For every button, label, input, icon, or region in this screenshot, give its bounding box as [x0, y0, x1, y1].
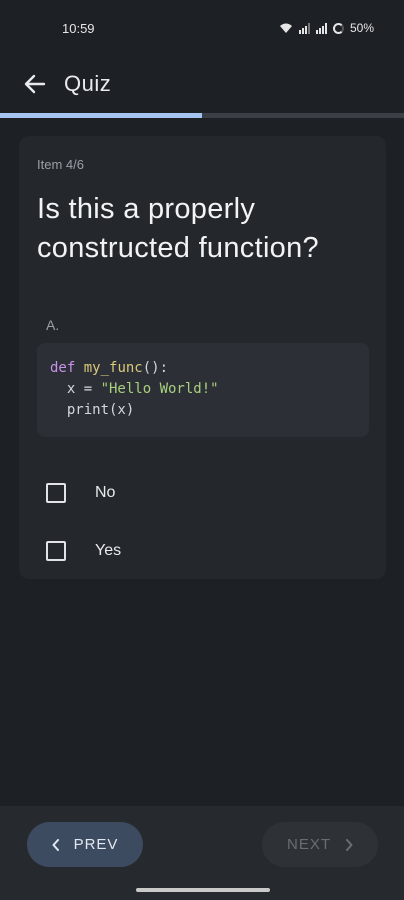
signal-icon	[315, 22, 327, 34]
home-indicator[interactable]	[136, 888, 270, 892]
code-function-name: my_func	[83, 360, 143, 376]
app-bar: Quiz	[0, 56, 404, 112]
answer-label: Yes	[95, 542, 122, 559]
signal-icon	[298, 22, 310, 34]
status-time: 10:59	[62, 20, 95, 36]
status-icons: 50%	[279, 21, 374, 35]
progress-bar	[0, 113, 404, 118]
next-button[interactable]: NEXT	[262, 822, 378, 867]
arrow-left-icon	[24, 74, 46, 94]
next-label: NEXT	[286, 836, 331, 853]
code-parens: ():	[142, 360, 169, 376]
chevron-left-icon	[52, 838, 59, 851]
answer-label: No	[95, 484, 116, 501]
code-print: print(x)	[50, 402, 135, 418]
item-counter: Item 4/6	[37, 157, 84, 172]
code-keyword: def	[50, 360, 76, 376]
battery-icon	[332, 22, 344, 34]
prev-button[interactable]: PREV	[27, 822, 143, 867]
checkbox[interactable]	[46, 483, 66, 503]
code-string: "Hello World!"	[100, 381, 219, 397]
progress-fill	[0, 113, 202, 118]
chevron-right-icon	[346, 838, 353, 851]
question-text: Is this a properly constructed function?	[37, 193, 319, 264]
wifi-icon	[279, 23, 292, 33]
prev-label: PREV	[73, 836, 119, 853]
question-card: Item 4/6 Is this a properly constructed …	[19, 136, 386, 579]
answer-option-yes[interactable]: Yes	[19, 525, 386, 577]
code-assign: x =	[50, 381, 101, 397]
battery-percent: 50%	[349, 21, 374, 35]
back-button[interactable]	[20, 69, 50, 99]
code-block: def my_func(): x = "Hello World!" print(…	[37, 343, 369, 437]
answer-option-no[interactable]: No	[19, 467, 386, 519]
bottom-navigation: PREV NEXT	[0, 806, 404, 900]
option-letter: A.	[46, 317, 60, 333]
checkbox[interactable]	[46, 541, 66, 561]
status-bar: 10:59 50%	[0, 0, 404, 56]
page-title: Quiz	[64, 71, 112, 96]
